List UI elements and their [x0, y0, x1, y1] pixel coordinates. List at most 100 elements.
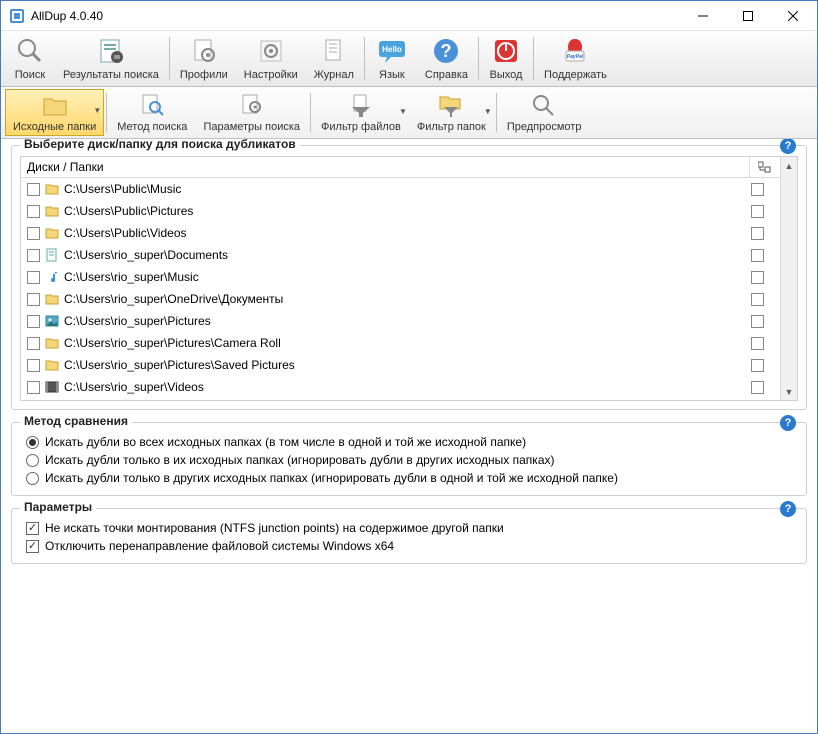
checkbox-icon[interactable] — [27, 183, 40, 196]
help-icon[interactable]: ? — [780, 501, 796, 517]
folder-row[interactable]: C:\Users\Public\Music — [21, 178, 780, 200]
checkbox-icon[interactable] — [27, 271, 40, 284]
list-header: Диски / Папки — [21, 157, 780, 178]
folder-path: C:\Users\rio_super\Pictures\Saved Pictur… — [64, 358, 751, 372]
tab-search-params[interactable]: Параметры поиска — [195, 89, 308, 136]
maximize-button[interactable] — [725, 2, 770, 30]
gear-page-icon — [238, 91, 266, 119]
chevron-down-icon: ▼ — [484, 107, 492, 116]
checkbox-icon[interactable] — [751, 315, 764, 328]
folder-icon — [44, 181, 60, 197]
group-title: Выберите диск/папку для поиска дубликато… — [20, 139, 300, 151]
checkbox-junction-points[interactable]: Не искать точки монтирования (NTFS junct… — [20, 519, 798, 537]
folder-list: Диски / Папки C:\Users\Public\Music C:\Us… — [20, 156, 798, 401]
folder-icon — [44, 291, 60, 307]
radio-option-all[interactable]: Искать дубли во всех исходных папках (в … — [20, 433, 798, 451]
titlebar: AllDup 4.0.40 — [1, 1, 817, 31]
settings-button[interactable]: Настройки — [236, 33, 306, 84]
scrollbar[interactable]: ▲ ▼ — [780, 157, 797, 400]
column-header-tree[interactable] — [750, 157, 780, 177]
main-toolbar: Поиск Результаты поиска Профили Настройк… — [1, 31, 817, 87]
profiles-button[interactable]: Профили — [172, 33, 236, 84]
folder-row[interactable]: C:\Users\rio_super\Music — [21, 266, 780, 288]
search-button[interactable]: Поиск — [5, 33, 55, 84]
radio-icon[interactable] — [26, 436, 39, 449]
tab-preview[interactable]: Предпросмотр — [499, 89, 590, 136]
checkbox-fs-redirect[interactable]: Отключить перенаправление файловой систе… — [20, 537, 798, 555]
checkbox-icon[interactable] — [751, 183, 764, 196]
checkbox-icon[interactable] — [751, 337, 764, 350]
folder-row[interactable]: C:\Users\rio_super\Pictures\Saved Pictur… — [21, 354, 780, 376]
folder-row[interactable]: C:\Users\Public\Pictures — [21, 200, 780, 222]
radio-icon[interactable] — [26, 454, 39, 467]
preview-icon — [530, 91, 558, 119]
help-button[interactable]: ? Справка — [417, 33, 476, 84]
checkbox-icon[interactable] — [27, 381, 40, 394]
group-title: Параметры — [20, 500, 96, 514]
source-folders-group: Выберите диск/папку для поиска дубликато… — [11, 145, 807, 410]
checkbox-icon[interactable] — [751, 381, 764, 394]
journal-button[interactable]: Журнал — [306, 33, 362, 84]
checkbox-icon[interactable] — [27, 205, 40, 218]
profiles-icon — [188, 35, 220, 67]
folder-row[interactable]: C:\Users\rio_super\OneDrive\Документы — [21, 288, 780, 310]
folder-row[interactable]: C:\Users\rio_super\Documents — [21, 244, 780, 266]
checkbox-icon[interactable] — [751, 249, 764, 262]
scroll-up-icon[interactable]: ▲ — [781, 157, 797, 174]
help-icon[interactable]: ? — [780, 139, 796, 154]
folder-row[interactable]: C:\Users\rio_super\Pictures\Camera Roll — [21, 332, 780, 354]
checkbox-icon[interactable] — [751, 227, 764, 240]
tab-file-filter[interactable]: Фильтр файлов ▼ — [313, 89, 409, 136]
sub-toolbar: Исходные папки ▼ Метод поиска Параметры … — [1, 87, 817, 139]
exit-button[interactable]: Выход — [481, 33, 531, 84]
language-button[interactable]: Hello Язык — [367, 33, 417, 84]
svg-text:PayPal: PayPal — [567, 54, 584, 60]
radio-icon[interactable] — [26, 472, 39, 485]
hello-icon: Hello — [376, 35, 408, 67]
checkbox-icon[interactable] — [751, 359, 764, 372]
picture-icon — [44, 313, 60, 329]
folder-row[interactable]: C:\Users\rio_super\Pictures — [21, 310, 780, 332]
checkbox-icon[interactable] — [27, 337, 40, 350]
radio-option-own[interactable]: Искать дубли только в их исходных папках… — [20, 451, 798, 469]
support-button[interactable]: PayPal Поддержать — [536, 33, 615, 84]
folder-icon — [44, 203, 60, 219]
folder-row[interactable]: C:\Users\rio_super\Videos — [21, 376, 780, 398]
checkbox-icon[interactable] — [27, 249, 40, 262]
window-title: AllDup 4.0.40 — [31, 9, 680, 23]
scroll-down-icon[interactable]: ▼ — [781, 383, 797, 400]
folder-row[interactable]: C:\Users\Public\Videos — [21, 222, 780, 244]
magnifier-icon — [14, 35, 46, 67]
column-header-disks[interactable]: Диски / Папки — [21, 157, 750, 177]
close-button[interactable] — [770, 2, 815, 30]
checkbox-icon[interactable] — [751, 205, 764, 218]
checkbox-icon[interactable] — [27, 293, 40, 306]
search-results-button[interactable]: Результаты поиска — [55, 33, 167, 84]
group-title: Метод сравнения — [20, 414, 132, 428]
folder-path: C:\Users\Public\Videos — [64, 226, 751, 240]
app-icon — [9, 8, 25, 24]
checkbox-icon[interactable] — [27, 315, 40, 328]
minimize-button[interactable] — [680, 2, 725, 30]
video-icon — [44, 379, 60, 395]
help-icon[interactable]: ? — [780, 415, 796, 431]
radio-option-other[interactable]: Искать дубли только в других исходных па… — [20, 469, 798, 487]
folder-path: C:\Users\Public\Pictures — [64, 204, 751, 218]
folder-path: C:\Users\rio_super\Videos — [64, 380, 751, 394]
checkbox-icon[interactable] — [27, 359, 40, 372]
document-icon — [44, 247, 60, 263]
folder-path: C:\Users\rio_super\Pictures\Camera Roll — [64, 336, 751, 350]
paypal-icon: PayPal — [559, 35, 591, 67]
checkbox-icon[interactable] — [26, 540, 39, 553]
folder-icon — [44, 335, 60, 351]
checkbox-icon[interactable] — [751, 293, 764, 306]
tab-source-folders[interactable]: Исходные папки ▼ — [5, 89, 104, 136]
tab-search-method[interactable]: Метод поиска — [109, 89, 195, 136]
checkbox-icon[interactable] — [27, 227, 40, 240]
checkbox-icon[interactable] — [751, 271, 764, 284]
power-icon — [490, 35, 522, 67]
question-icon: ? — [430, 35, 462, 67]
folder-icon — [44, 225, 60, 241]
checkbox-icon[interactable] — [26, 522, 39, 535]
tab-folder-filter[interactable]: Фильтр папок ▼ — [409, 89, 494, 136]
